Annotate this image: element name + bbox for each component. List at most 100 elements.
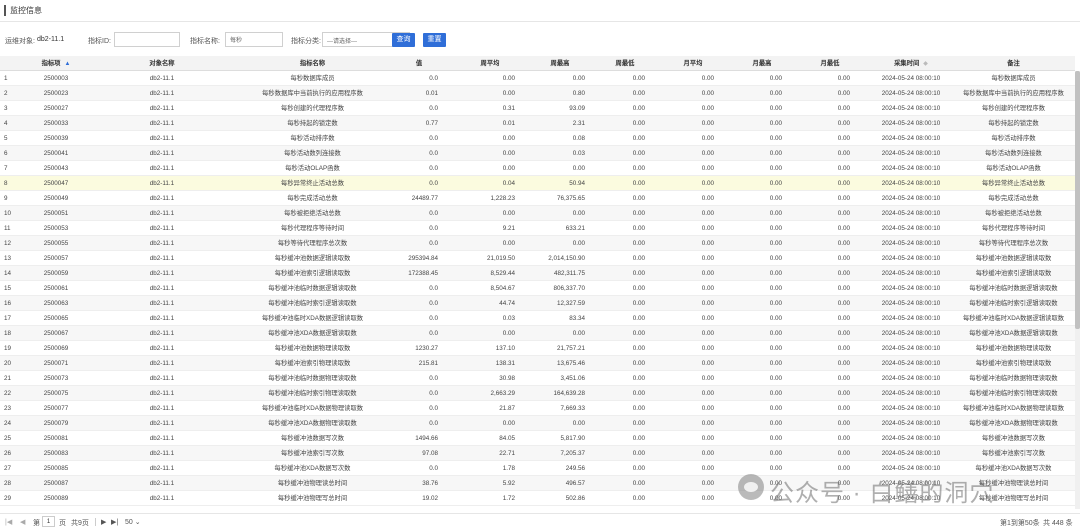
table-row[interactable]: 6 2500041 db2-11.1 每秒活动数列连接数 0.0 0.00 0.03 0.00… xyxy=(0,146,1075,161)
table-row[interactable]: 22 2500075 db2-11.1 每秒缓冲池临时索引物理读取数 0.0 2,663.… xyxy=(0,386,1075,401)
table-row[interactable]: 17 2500065 db2-11.1 每秒缓冲池临时XDA数据逻辑读取数 0.0 0.0… xyxy=(0,311,1075,326)
metric-name-input[interactable] xyxy=(225,32,283,47)
header-month-avg[interactable]: 月平均 xyxy=(672,56,714,71)
cell-value: 0.77 xyxy=(425,120,438,127)
cell-week-avg: 0.03 xyxy=(502,315,515,322)
table-row[interactable]: 25 2500081 db2-11.1 每秒缓冲池数据写次数 1494.66 84.05 5… xyxy=(0,431,1075,446)
pagination-bar: |◀ ◀ 第 1 页 共9页 ▶ ▶| 50 ⌄ 第1到第50条 共 448 条 xyxy=(0,513,1080,529)
cell-month-min: 0.00 xyxy=(837,195,850,202)
header-value[interactable]: 值 xyxy=(400,56,438,71)
table-row[interactable]: 2 2500023 db2-11.1 每秒数据库中当前执行的应用程序数 0.01 0.00… xyxy=(0,86,1075,101)
cell-index: 13 xyxy=(4,255,12,262)
cell-week-avg: 2,663.29 xyxy=(490,390,515,397)
query-button[interactable]: 查询 xyxy=(392,33,415,47)
table-row[interactable]: 18 2500067 db2-11.1 每秒缓冲池XDA数据逻辑读取数 0.0 0.00 0… xyxy=(0,326,1075,341)
cell-month-min: 0.00 xyxy=(837,180,850,187)
table-row[interactable]: 12 2500055 db2-11.1 每秒等待代理程序总次数 0.0 0.00 0.00 0… xyxy=(0,236,1075,251)
prev-page-icon[interactable]: ◀ xyxy=(20,518,25,526)
cell-month-avg: 0.00 xyxy=(701,375,714,382)
scrollbar-thumb[interactable] xyxy=(1075,71,1080,329)
cell-value: 19.02 xyxy=(422,495,438,502)
cell-month-min: 0.00 xyxy=(837,120,850,127)
table-row[interactable]: 4 2500033 db2-11.1 每秒持起的锁定数 0.77 0.01 2.31 0.00… xyxy=(0,116,1075,131)
cell-month-min: 0.00 xyxy=(837,135,850,142)
cell-note: 每秒缓冲池临时数据物理读取数 xyxy=(969,375,1058,382)
cell-name: 每秒被拒绝活动总数 xyxy=(284,210,341,217)
cell-week-avg: 22.71 xyxy=(499,450,515,457)
cell-name: 每秒活动OLAP函数 xyxy=(285,165,340,172)
table-row[interactable]: 1 2500003 db2-11.1 每秒数据库成员 0.0 0.00 0.00 0.00 0.… xyxy=(0,71,1075,86)
cell-object: db2-11.1 xyxy=(149,345,175,352)
table-row[interactable]: 15 2500061 db2-11.1 每秒缓冲池临时数据逻辑读取数 0.0 8,504.… xyxy=(0,281,1075,296)
cell-index: 23 xyxy=(4,405,12,412)
metric-id-input[interactable] xyxy=(114,32,180,47)
cell-time: 2024-05-24 08:00:10 xyxy=(881,255,941,262)
header-month-min[interactable]: 月最低 xyxy=(810,56,850,71)
cell-value: 97.08 xyxy=(422,450,438,457)
cell-note: 每秒缓冲池数据写次数 xyxy=(982,435,1045,442)
table-scrollbar[interactable] xyxy=(1075,71,1080,509)
header-week-avg[interactable]: 周平均 xyxy=(465,56,515,71)
last-page-icon[interactable]: ▶| xyxy=(111,518,118,526)
table-row[interactable]: 9 2500049 db2-11.1 每秒完成活动总数 24489.77 1,228.23… xyxy=(0,191,1075,206)
cell-week-avg: 0.00 xyxy=(502,330,515,337)
reset-button[interactable]: 重置 xyxy=(423,33,446,47)
table-row[interactable]: 24 2500079 db2-11.1 每秒缓冲池XDA数据物理读取数 0.0 0.00 0… xyxy=(0,416,1075,431)
cell-week-avg: 1.72 xyxy=(502,495,515,502)
page-size-select[interactable]: 50 ⌄ xyxy=(125,518,141,526)
table-row[interactable]: 14 2500059 db2-11.1 每秒缓冲池索引逻辑读取数 172388.45 8,… xyxy=(0,266,1075,281)
cell-month-max: 0.00 xyxy=(769,405,782,412)
header-name[interactable]: 指标名称 xyxy=(230,56,395,71)
cell-object: db2-11.1 xyxy=(149,360,175,367)
table-row[interactable]: 23 2500077 db2-11.1 每秒缓冲池临时XDA数据物理读取数 0.0 21.… xyxy=(0,401,1075,416)
table-row[interactable]: 3 2500027 db2-11.1 每秒创建的代理程序数 0.0 0.31 93.09 0.… xyxy=(0,101,1075,116)
header-id[interactable]: 指标项 ▲ xyxy=(22,56,90,71)
table-row[interactable]: 8 2500047 db2-11.1 每秒异常终止活动总数 0.0 0.04 50.94 0.… xyxy=(0,176,1075,191)
table-row[interactable]: 20 2500071 db2-11.1 每秒缓冲池索引物理读取数 215.81 138.3… xyxy=(0,356,1075,371)
cell-index: 1 xyxy=(4,75,8,82)
cell-name: 每秒等待代理程序总次数 xyxy=(277,240,348,247)
cell-month-avg: 0.00 xyxy=(701,105,714,112)
page-number-input[interactable]: 1 xyxy=(42,516,55,527)
sort-asc-icon[interactable]: ▲ xyxy=(64,61,70,67)
first-page-icon[interactable]: |◀ xyxy=(5,518,12,526)
cell-index: 22 xyxy=(4,390,12,397)
table-row[interactable]: 19 2500069 db2-11.1 每秒缓冲池数据物理读取数 1230.27 137.… xyxy=(0,341,1075,356)
header-week-min[interactable]: 周最低 xyxy=(605,56,645,71)
table-row[interactable]: 5 2500039 db2-11.1 每秒活动排序数 0.0 0.00 0.08 0.00 0.… xyxy=(0,131,1075,146)
header-note[interactable]: 备注 xyxy=(952,56,1075,71)
cell-note: 每秒活动数列连接数 xyxy=(985,150,1042,157)
cell-week-min: 0.00 xyxy=(632,240,645,247)
table-row[interactable]: 26 2500083 db2-11.1 每秒缓冲池索引写次数 97.08 22.71 7,2… xyxy=(0,446,1075,461)
cell-value: 295394.84 xyxy=(408,255,438,262)
cell-index: 24 xyxy=(4,420,12,427)
table-row[interactable]: 11 2500053 db2-11.1 每秒代理程序等待时间 0.0 9.21 633.21… xyxy=(0,221,1075,236)
header-time[interactable]: 采集时间 ◆ xyxy=(870,56,952,71)
cell-id: 2500059 xyxy=(43,270,69,277)
cell-object: db2-11.1 xyxy=(149,375,175,382)
header-object[interactable]: 对象名称 xyxy=(120,56,204,71)
cell-week-max: 12,327.59 xyxy=(556,300,585,307)
cell-week-max: 0.00 xyxy=(572,165,585,172)
cell-week-max: 50.94 xyxy=(569,180,585,187)
table-row[interactable]: 13 2500057 db2-11.1 每秒缓冲池数据逻辑读取数 295394.84 21… xyxy=(0,251,1075,266)
cell-week-avg: 5.92 xyxy=(502,480,515,487)
header-week-max[interactable]: 周最高 xyxy=(535,56,585,71)
cell-week-max: 21,757.21 xyxy=(556,345,585,352)
cell-object: db2-11.1 xyxy=(149,165,175,172)
table-row[interactable]: 7 2500043 db2-11.1 每秒活动OLAP函数 0.0 0.00 0.00 0.0… xyxy=(0,161,1075,176)
table-row[interactable]: 16 2500063 db2-11.1 每秒缓冲池临时索引逻辑读取数 0.0 44.74 1… xyxy=(0,296,1075,311)
next-page-icon[interactable]: ▶ xyxy=(101,518,106,526)
cell-object: db2-11.1 xyxy=(149,210,175,217)
cell-value: 0.01 xyxy=(425,90,438,97)
cell-index: 29 xyxy=(4,495,12,502)
cell-week-avg: 21,019.50 xyxy=(486,255,515,262)
sort-neutral-icon[interactable]: ◆ xyxy=(923,61,928,67)
cell-name: 每秒缓冲池索引逻辑读取数 xyxy=(274,270,351,277)
table-row[interactable]: 21 2500073 db2-11.1 每秒缓冲池临时数据物理读取数 0.0 30.98 3… xyxy=(0,371,1075,386)
cell-week-min: 0.00 xyxy=(632,435,645,442)
header-month-max[interactable]: 月最高 xyxy=(742,56,782,71)
cell-time: 2024-05-24 08:00:10 xyxy=(881,105,941,112)
cell-name: 每秒活动数列连接数 xyxy=(284,150,341,157)
table-row[interactable]: 10 2500051 db2-11.1 每秒被拒绝活动总数 0.0 0.00 0.00 0.0… xyxy=(0,206,1075,221)
